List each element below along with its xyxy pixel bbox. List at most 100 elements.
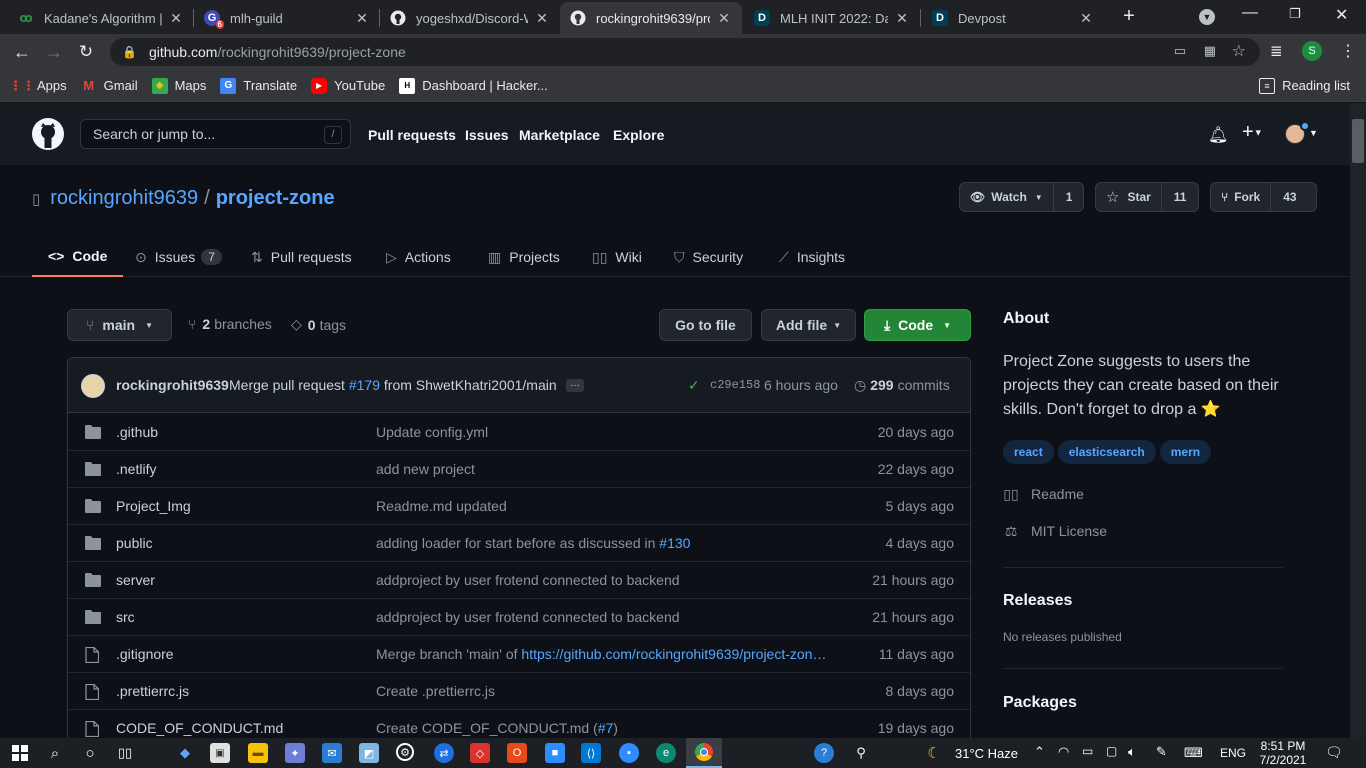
bookmark-apps[interactable]: ⋮⋮ Apps <box>9 78 67 94</box>
browser-tab-devpost[interactable]: D Devpost ✕ <box>922 2 1104 34</box>
office-icon[interactable]: O <box>507 743 527 763</box>
file-commit-message[interactable]: addproject by user frotend connected to … <box>376 609 680 625</box>
file-name-link[interactable]: .gitignore <box>116 646 174 662</box>
tab-actions[interactable]: ▷ Actions <box>386 237 451 277</box>
file-commit-message[interactable]: adding loader for start before as discus… <box>376 535 690 551</box>
close-icon[interactable]: ✕ <box>354 10 370 27</box>
user-avatar[interactable] <box>1285 121 1310 144</box>
repo-owner-link[interactable]: rockingrohit9639 <box>50 187 198 210</box>
bookmark-youtube[interactable]: ▶ YouTube <box>311 77 385 94</box>
file-name-link[interactable]: .netlify <box>116 461 156 477</box>
expand-commit-button[interactable]: … <box>566 379 584 392</box>
tab-insights[interactable]: ⟋ Insights <box>779 237 845 277</box>
file-name-link[interactable]: src <box>116 609 135 625</box>
notification-center-icon[interactable]: 🗨︎ <box>1325 744 1343 761</box>
nav-explore[interactable]: Explore <box>613 127 664 143</box>
branch-selector[interactable]: ⑂ main ▼ <box>67 309 172 341</box>
file-name-link[interactable]: .prettierrc.js <box>116 683 189 699</box>
game-icon[interactable]: ✦ <box>285 743 305 763</box>
forward-button[interactable]: → <box>42 40 66 64</box>
commit-link[interactable]: #130 <box>659 535 690 551</box>
file-commit-message[interactable]: addproject by user frotend connected to … <box>376 572 680 588</box>
chevron-down-icon[interactable]: ▼ <box>1309 128 1318 138</box>
close-icon[interactable]: ✕ <box>716 10 732 27</box>
scrollbar-thumb[interactable] <box>1352 119 1364 163</box>
file-commit-message[interactable]: Create .prettierrc.js <box>376 683 495 699</box>
commit-link[interactable]: https://github.com/rockingrohit9639/proj… <box>521 646 826 662</box>
readme-link[interactable]: ▯▯ Readme <box>1003 484 1283 504</box>
windows-start-icon[interactable] <box>10 743 30 763</box>
new-tab-button[interactable]: + <box>1118 5 1140 29</box>
tags-link[interactable]: ◇ 0 tags <box>291 316 346 333</box>
star-button[interactable]: ☆ Star 11 <box>1095 182 1199 212</box>
clock[interactable]: 8:51 PM 7/2/2021 <box>1258 739 1308 767</box>
qr-icon[interactable]: ▦ <box>1204 43 1216 59</box>
pr-link[interactable]: #179 <box>349 377 380 393</box>
language-indicator[interactable]: ENG <box>1220 746 1246 760</box>
cast-icon[interactable]: ▭ <box>1174 43 1186 59</box>
license-link[interactable]: ⚖ MIT License <box>1003 521 1283 541</box>
search-icon[interactable]: ⌕ <box>45 743 65 763</box>
file-commit-message[interactable]: Readme.md updated <box>376 498 507 514</box>
reading-list-button[interactable]: ≡ Reading list <box>1259 77 1350 94</box>
topic-tag[interactable]: mern <box>1159 440 1212 464</box>
edge-icon[interactable]: e <box>656 743 676 763</box>
commit-link[interactable]: #7 <box>598 720 614 736</box>
store-icon[interactable]: ▣ <box>210 743 230 763</box>
tray-overflow-icon[interactable]: ⌃ <box>1034 744 1045 760</box>
browser-tab-project-zone[interactable]: rockingrohit9639/proj ✕ <box>560 2 742 34</box>
file-commit-message[interactable]: Merge branch 'main' of https://github.co… <box>376 646 826 662</box>
commit-message[interactable]: Merge pull request #179 from ShwetKhatri… <box>229 377 557 393</box>
author-avatar[interactable] <box>81 374 105 398</box>
nav-issues[interactable]: Issues <box>465 127 509 143</box>
close-icon[interactable]: ✕ <box>894 10 910 27</box>
mail-icon[interactable]: ✉ <box>322 743 342 763</box>
file-commit-message[interactable]: Create CODE_OF_CONDUCT.md (#7) <box>376 720 618 736</box>
maximize-button[interactable]: ❐ <box>1289 6 1301 22</box>
chat-icon[interactable]: ⇄ <box>434 743 454 763</box>
commit-sha-link[interactable]: c29e158 <box>710 378 760 392</box>
pen-icon[interactable]: ✎ <box>1156 744 1167 760</box>
search-input[interactable]: Search or jump to... / <box>80 119 351 149</box>
battery-icon[interactable]: ▭ <box>1082 744 1093 758</box>
dropbox-icon[interactable]: ◆ <box>175 743 195 763</box>
close-icon[interactable]: ✕ <box>534 10 550 27</box>
projector-icon[interactable]: ▢ <box>1106 744 1117 758</box>
file-name-link[interactable]: .github <box>116 424 158 440</box>
people-icon[interactable]: ⚲ <box>851 743 871 763</box>
browser-tab-mlh-guild[interactable]: G6 mlh-guild ✕ <box>194 2 380 34</box>
profile-avatar[interactable]: S <box>1302 41 1322 61</box>
watch-count[interactable]: 1 <box>1052 183 1085 211</box>
bookmark-gmail[interactable]: M Gmail <box>81 78 137 94</box>
branches-link[interactable]: ⑂ 2 branches <box>188 316 272 332</box>
weather-text[interactable]: 31°C Haze <box>955 746 1018 761</box>
volume-icon[interactable]: 🔈︎ <box>1128 744 1136 760</box>
anydesk-icon[interactable]: ◇ <box>470 743 490 763</box>
close-icon[interactable]: ✕ <box>168 10 184 27</box>
repo-name-link[interactable]: project-zone <box>216 187 335 210</box>
bookmark-hackerrank[interactable]: H Dashboard | Hacker... <box>399 77 548 94</box>
tab-security[interactable]: ⛉ Security <box>674 237 743 277</box>
settings-icon[interactable]: ⚙ <box>396 743 414 761</box>
bookmark-star-icon[interactable]: ☆ <box>1232 41 1246 61</box>
tab-code[interactable]: <> Code <box>32 237 124 277</box>
tab-pull-requests[interactable]: ⇅ Pull requests <box>251 237 352 277</box>
network-icon[interactable]: ◠ <box>1058 744 1069 760</box>
file-name-link[interactable]: Project_Img <box>116 498 191 514</box>
releases-heading[interactable]: Releases <box>1003 592 1283 610</box>
file-name-link[interactable]: CODE_OF_CONDUCT.md <box>116 720 283 736</box>
commits-link[interactable]: ◷ 299 commits <box>854 377 950 394</box>
vscode-icon[interactable]: ⟨⟩ <box>581 743 601 763</box>
tab-wiki[interactable]: ▯▯ Wiki <box>592 237 642 277</box>
close-icon[interactable]: ✕ <box>1078 10 1094 27</box>
topic-tag[interactable]: react <box>1003 440 1054 464</box>
star-count[interactable]: 11 <box>1160 183 1199 211</box>
keyboard-icon[interactable]: ⌨ <box>1184 745 1203 761</box>
notifications-bell-icon[interactable]: 🔔︎ <box>1208 125 1228 145</box>
media-controls-icon[interactable]: ≣ <box>1270 42 1283 60</box>
tab-search-button[interactable]: ▼ <box>1199 9 1215 25</box>
browser-tab-mlh-init[interactable]: D MLH INIT 2022: Day 5 ✕ <box>744 2 920 34</box>
chrome-taskbar-button[interactable] <box>686 738 722 768</box>
nav-marketplace[interactable]: Marketplace <box>519 127 600 143</box>
task-view-icon[interactable]: ▯▯ <box>115 743 135 763</box>
